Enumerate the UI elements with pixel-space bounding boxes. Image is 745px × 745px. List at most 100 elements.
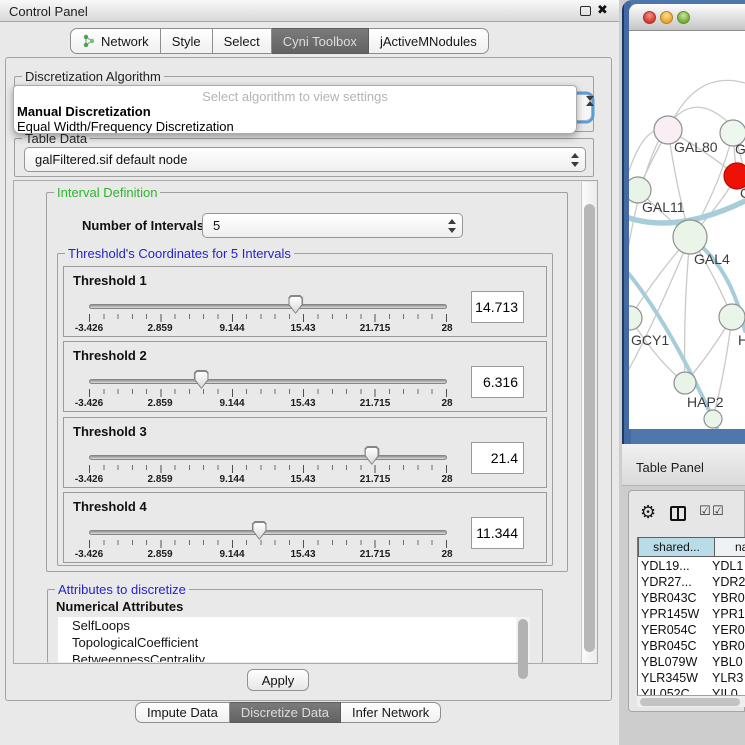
float-panel-icon[interactable] (580, 6, 591, 16)
tab-infer-network[interactable]: Infer Network (341, 702, 441, 723)
slider-handle[interactable] (288, 295, 303, 314)
threshold-2-label: Threshold 2 (73, 348, 147, 363)
zoom-window-icon[interactable] (677, 11, 690, 24)
table-row[interactable]: YDR27...YDR2 (638, 575, 745, 591)
threshold-3-panel: Threshold 3 -3.426 2.859 9.144 15.43 21.… (63, 417, 547, 488)
slider-track[interactable] (89, 455, 447, 460)
column-layout-icon[interactable] (670, 506, 686, 521)
number-of-intervals-combobox[interactable]: 5 (202, 213, 463, 238)
list-item[interactable]: TopologicalCoefficient (58, 634, 530, 651)
threshold-1-label: Threshold 1 (73, 273, 147, 288)
gear-icon[interactable]: ⚙ (640, 503, 656, 521)
discretization-algorithm-title: Discretization Algorithm (22, 69, 164, 84)
threshold-1-panel: Threshold 1 -3.426 2.859 9.144 15.43 21.… (63, 266, 547, 337)
threshold-3-slider[interactable] (89, 452, 447, 462)
table-row[interactable]: YER054CYER0 (638, 623, 745, 639)
dropdown-placeholder-option[interactable]: Select algorithm to view settings (14, 89, 576, 104)
control-panel-titlebar: Control Panel (0, 0, 622, 22)
close-window-icon[interactable] (643, 11, 656, 24)
stepper-icon (570, 153, 579, 167)
table-row[interactable]: YLR345WYLR3 (638, 671, 745, 687)
dropdown-option-manual[interactable]: Manual Discretization (17, 104, 151, 119)
algorithm-dropdown-popup: Select algorithm to view settings Manual… (13, 85, 577, 134)
network-view-canvas[interactable]: GAL80 GA C GAL11 GAL4 GCY1 H HAP2 (629, 31, 745, 429)
svg-text:GCY1: GCY1 (631, 332, 669, 348)
scrollbar-thumb[interactable] (584, 204, 595, 652)
table-data-combobox[interactable]: galFiltered.sif default node (24, 147, 586, 172)
vertical-scrollbar[interactable] (581, 182, 596, 664)
app-root: Control Panel ✖ Network Style Select Cyn… (0, 0, 745, 745)
numerical-attributes-label: Numerical Attributes (56, 599, 183, 614)
threshold-1-value-field[interactable]: 14.713 (471, 291, 524, 323)
threshold-1-slider[interactable] (89, 301, 447, 311)
number-of-intervals-label: Number of Intervals (82, 218, 204, 233)
threshold-2-value-field[interactable]: 6.316 (471, 366, 524, 398)
attributes-group-title: Attributes to discretize (55, 582, 189, 597)
svg-text:GAL4: GAL4 (694, 251, 730, 267)
tab-style[interactable]: Style (161, 28, 213, 54)
stepper-icon (447, 219, 456, 233)
slider-handle[interactable] (252, 521, 267, 540)
node-h[interactable] (719, 304, 745, 330)
threshold-3-value-field[interactable]: 21.4 (471, 442, 524, 474)
threshold-4-panel: Threshold 4 -3.426 2.859 9.144 15.43 21.… (63, 492, 547, 563)
table-row[interactable]: YPR145WYPR1 (638, 607, 745, 623)
node-gcy1[interactable] (629, 306, 642, 330)
tab-cyni-toolbox[interactable]: Cyni Toolbox (272, 28, 369, 54)
node-gal4[interactable] (673, 220, 707, 254)
dropdown-option-equal-width[interactable]: Equal Width/Frequency Discretization (17, 119, 234, 134)
list-item[interactable]: BetweennessCentrality (58, 651, 530, 662)
top-tab-bar: Network Style Select Cyni Toolbox jActiv… (70, 28, 489, 54)
column-header-name[interactable]: na (715, 537, 745, 557)
slider-track[interactable] (89, 530, 447, 535)
slider-handle[interactable] (194, 370, 209, 389)
minimize-window-icon[interactable] (660, 11, 673, 24)
table-row[interactable]: YDL19...YDL1 (638, 559, 745, 575)
slider-track[interactable] (89, 304, 447, 309)
close-icon[interactable]: ✖ (597, 2, 608, 18)
table-panel-body: ⚙ ☑ ☑ shared... na YDL19...YDL1 YDR27...… (628, 490, 745, 712)
checkbox-icon[interactable]: ☑ (699, 504, 711, 517)
svg-text:HAP2: HAP2 (687, 394, 724, 410)
table-rows: YDL19...YDL1 YDR27...YDR2 YBR043CYBR0 YP… (638, 559, 745, 697)
tab-select[interactable]: Select (213, 28, 272, 54)
table-row[interactable]: YBR045CYBR0 (638, 639, 745, 655)
column-header-shared-name[interactable]: shared... (638, 537, 715, 557)
tab-network[interactable]: Network (70, 28, 161, 54)
threshold-coordinates-title: Threshold's Coordinates for 5 Intervals (65, 246, 294, 261)
horizontal-scrollbar[interactable] (637, 695, 745, 707)
svg-text:H: H (738, 332, 745, 348)
node-table: shared... na YDL19...YDL1 YDR27...YDR2 Y… (637, 537, 745, 697)
threshold-4-slider[interactable] (89, 527, 447, 537)
table-panel-title: Table Panel (636, 460, 704, 475)
network-window-titlebar (629, 4, 745, 31)
table-data-value: galFiltered.sif default node (35, 152, 187, 167)
network-icon (82, 34, 96, 48)
list-scrollbar[interactable] (516, 617, 530, 662)
table-panel-header: Table Panel (622, 444, 745, 486)
apply-button[interactable]: Apply (247, 669, 309, 691)
table-row[interactable]: YBL079WYBL0 (638, 655, 745, 671)
node-hap2[interactable] (674, 372, 696, 394)
scrollbar-thumb[interactable] (640, 698, 740, 706)
svg-text:GAL80: GAL80 (674, 139, 718, 155)
node-partial[interactable] (704, 410, 722, 428)
number-of-intervals-value: 5 (213, 218, 220, 233)
list-item[interactable]: SelfLoops (58, 617, 530, 634)
threshold-4-value-field[interactable]: 11.344 (471, 517, 524, 549)
tab-jactivemnodules[interactable]: jActiveMNodules (369, 28, 489, 54)
panel-title: Control Panel (9, 4, 88, 19)
major-ticks (89, 314, 448, 322)
checkbox-icon[interactable]: ☑ (712, 504, 724, 517)
table-row[interactable]: YBR043CYBR0 (638, 591, 745, 607)
interval-definition-title: Interval Definition (54, 185, 160, 200)
slider-track[interactable] (89, 379, 447, 384)
tab-network-label: Network (101, 34, 149, 49)
svg-text:C: C (740, 185, 745, 201)
threshold-2-slider[interactable] (89, 376, 447, 386)
tab-discretize-data[interactable]: Discretize Data (230, 702, 341, 723)
tab-impute-data[interactable]: Impute Data (135, 702, 230, 723)
svg-text:GAL11: GAL11 (642, 199, 685, 215)
slider-handle[interactable] (364, 446, 379, 465)
bottom-tab-bar: Impute Data Discretize Data Infer Networ… (135, 702, 441, 723)
